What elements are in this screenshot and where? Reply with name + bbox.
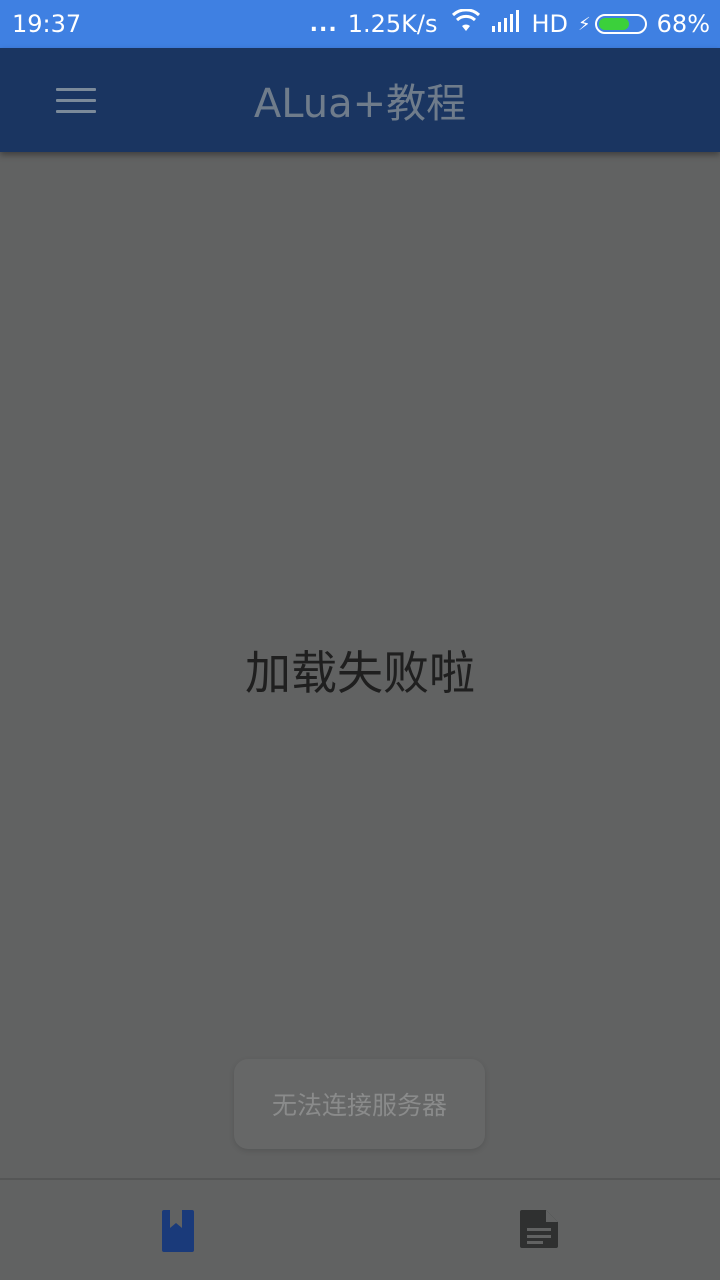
wifi-icon — [451, 8, 481, 39]
bookmark-book-icon[interactable] — [160, 1208, 204, 1254]
app-title: ALua+教程 — [253, 81, 467, 127]
battery-level-fill — [598, 18, 629, 30]
notification-dots-icon: ... — [309, 11, 338, 37]
bottom-navigation — [0, 1178, 720, 1280]
status-time: 19:37 — [12, 10, 82, 38]
battery-icon — [594, 14, 647, 34]
app-bar: ALua+教程 — [0, 48, 720, 152]
signal-icon — [491, 10, 521, 38]
document-icon[interactable] — [518, 1208, 562, 1254]
main-content: 加载失败啦 — [0, 152, 720, 1178]
charging-bolt-icon: ⚡ — [578, 13, 591, 35]
battery-percent: 68% — [656, 10, 710, 38]
toast-message: 无法连接服务器 — [234, 1059, 485, 1149]
status-indicators: ... 1.25K/s HD ⚡ 68% — [309, 8, 710, 39]
network-speed: 1.25K/s — [347, 10, 438, 38]
status-bar: 19:37 ... 1.25K/s HD ⚡ 68% — [0, 0, 720, 48]
load-error-message: 加载失败啦 — [245, 646, 475, 700]
network-type: HD — [531, 10, 569, 38]
